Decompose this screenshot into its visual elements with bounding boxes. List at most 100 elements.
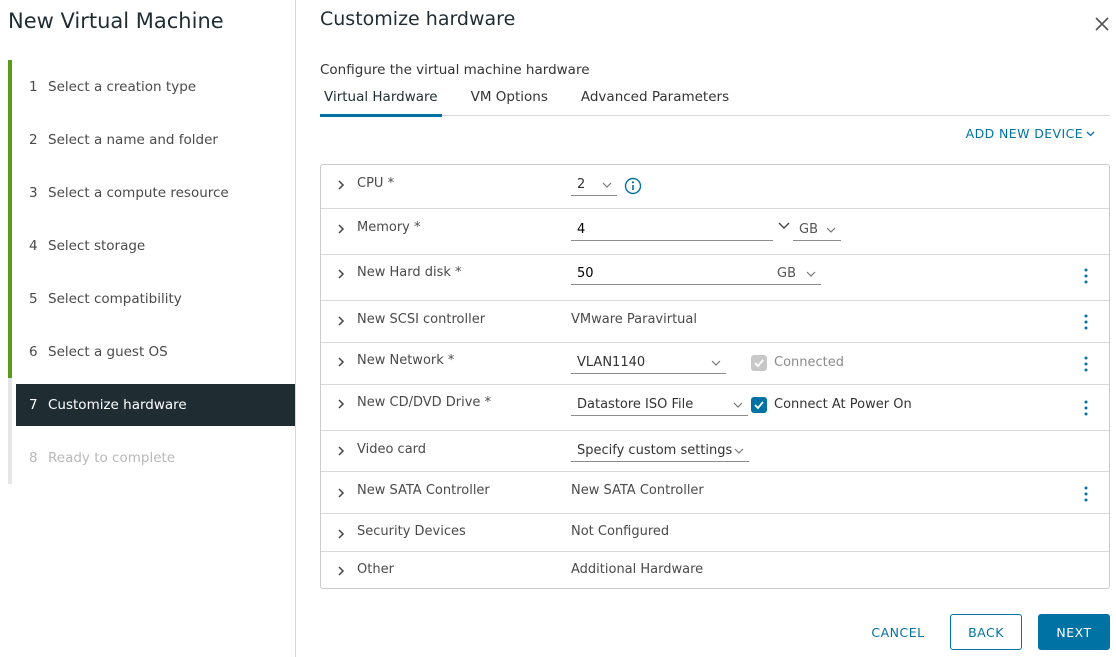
wizard-steps: 1 Select a creation type 2 Select a name…: [8, 60, 296, 484]
wizard-step-7-current[interactable]: 7 Customize hardware: [16, 384, 295, 426]
hw-row-security-devices: Security Devices Not Configured: [321, 514, 1109, 552]
wizard-step-1[interactable]: 1 Select a creation type: [8, 60, 296, 113]
memory-label: Memory *: [357, 220, 421, 235]
step-number: 1: [29, 78, 38, 95]
chevron-right-icon[interactable]: [335, 315, 347, 327]
step-number: 7: [29, 397, 38, 413]
network-label: New Network *: [357, 353, 455, 368]
scsi-value: VMware Paravirtual: [571, 312, 697, 327]
memory-input[interactable]: 4: [571, 219, 773, 241]
memory-value: 4: [577, 222, 586, 237]
checkmark-icon: [754, 401, 764, 410]
step-number: 8: [29, 449, 38, 466]
step-number: 4: [29, 237, 38, 254]
wizard-step-3[interactable]: 3 Select a compute resource: [8, 166, 296, 219]
connect-at-power-on-checkbox[interactable]: [751, 397, 767, 413]
chevron-right-icon[interactable]: [335, 356, 347, 368]
back-button[interactable]: BACK: [950, 614, 1022, 650]
chevron-right-icon[interactable]: [335, 398, 347, 410]
info-icon[interactable]: [624, 177, 642, 195]
hard-disk-value: 50: [577, 266, 594, 281]
add-new-device-button[interactable]: ADD NEW DEVICE: [966, 126, 1095, 141]
step-label: Select compatibility: [48, 290, 182, 307]
chevron-right-icon[interactable]: [335, 565, 347, 577]
step-label: Customize hardware: [48, 397, 187, 413]
sata-label: New SATA Controller: [357, 483, 490, 498]
hard-disk-size-input[interactable]: 50: [571, 263, 771, 285]
next-button[interactable]: NEXT: [1038, 614, 1110, 650]
chevron-right-icon[interactable]: [335, 528, 347, 540]
connect-at-power-on-label: Connect At Power On: [774, 397, 912, 412]
memory-unit-select[interactable]: GB: [793, 219, 841, 241]
hw-row-hard-disk: New Hard disk * 50 GB: [321, 255, 1109, 301]
hw-row-other: Other Additional Hardware: [321, 552, 1109, 588]
cdrom-value: Datastore ISO File: [577, 397, 694, 412]
hw-row-memory: Memory * 4 GB: [321, 209, 1109, 255]
more-actions-icon[interactable]: [1079, 267, 1093, 285]
page-subtitle: Configure the virtual machine hardware: [320, 62, 590, 78]
step-label: Ready to complete: [48, 449, 176, 466]
memory-unit: GB: [799, 222, 818, 237]
progress-rail-pending: [8, 378, 12, 484]
connected-checkbox[interactable]: [751, 355, 767, 371]
scsi-label: New SCSI controller: [357, 312, 486, 327]
step-label: Select a name and folder: [48, 131, 218, 148]
cpu-select[interactable]: 2: [571, 174, 617, 196]
step-number: 3: [29, 184, 38, 201]
chevron-down-icon: [1086, 131, 1095, 136]
chevron-right-icon[interactable]: [335, 268, 347, 280]
hard-disk-unit-select[interactable]: GB: [771, 263, 821, 285]
wizard-sidebar: New Virtual Machine 1 Select a creation …: [0, 0, 296, 657]
security-devices-value: Not Configured: [571, 524, 670, 539]
more-actions-icon[interactable]: [1079, 485, 1093, 503]
more-actions-icon[interactable]: [1079, 355, 1093, 373]
main-panel: Customize hardware Configure the virtual…: [320, 0, 1110, 657]
cpu-label: CPU *: [357, 176, 395, 191]
step-label: Select a creation type: [48, 78, 197, 95]
network-select[interactable]: VLAN1140: [571, 352, 726, 374]
network-value: VLAN1140: [577, 355, 646, 370]
chevron-down-icon: [602, 182, 612, 188]
security-devices-label: Security Devices: [357, 524, 466, 539]
sata-value: New SATA Controller: [571, 483, 704, 498]
other-value: Additional Hardware: [571, 562, 704, 577]
wizard-step-2[interactable]: 2 Select a name and folder: [8, 113, 296, 166]
cdrom-label: New CD/DVD Drive *: [357, 395, 492, 410]
chevron-right-icon[interactable]: [335, 179, 347, 191]
step-label: Select storage: [48, 237, 146, 254]
close-button[interactable]: [1092, 14, 1112, 34]
chevron-right-icon[interactable]: [335, 223, 347, 235]
step-label: Select a compute resource: [48, 184, 229, 201]
tab-virtual-hardware[interactable]: Virtual Hardware: [320, 84, 442, 117]
tab-vm-options[interactable]: VM Options: [467, 84, 552, 116]
video-card-select[interactable]: Specify custom settings: [571, 440, 749, 462]
other-label: Other: [357, 562, 394, 577]
chevron-down-icon: [806, 271, 816, 277]
video-card-value: Specify custom settings: [577, 443, 733, 458]
hw-row-sata-controller: New SATA Controller New SATA Controller: [321, 472, 1109, 514]
wizard-step-4[interactable]: 4 Select storage: [8, 219, 296, 272]
hw-row-scsi-controller: New SCSI controller VMware Paravirtual: [321, 301, 1109, 343]
step-number: 2: [29, 131, 38, 148]
close-icon: [1095, 17, 1109, 31]
more-actions-icon[interactable]: [1079, 313, 1093, 331]
step-number: 5: [29, 290, 38, 307]
hard-disk-label: New Hard disk *: [357, 265, 462, 280]
chevron-down-icon[interactable]: [778, 222, 790, 230]
wizard-step-8: 8 Ready to complete: [8, 431, 296, 484]
chevron-right-icon[interactable]: [335, 445, 347, 457]
wizard-step-5[interactable]: 5 Select compatibility: [8, 272, 296, 325]
cancel-button[interactable]: CANCEL: [860, 614, 936, 650]
hard-disk-unit: GB: [777, 266, 796, 281]
more-actions-icon[interactable]: [1079, 399, 1093, 417]
page-title: Customize hardware: [320, 8, 516, 30]
chevron-down-icon: [711, 360, 721, 366]
hw-row-network: New Network * VLAN1140 Connected: [321, 343, 1109, 385]
chevron-down-icon: [733, 402, 743, 408]
connected-label: Connected: [774, 355, 845, 370]
wizard-step-6[interactable]: 6 Select a guest OS: [8, 325, 296, 378]
cdrom-select[interactable]: Datastore ISO File: [571, 394, 748, 416]
wizard-title: New Virtual Machine: [8, 9, 224, 33]
tab-advanced-parameters[interactable]: Advanced Parameters: [577, 84, 733, 116]
chevron-right-icon[interactable]: [335, 487, 347, 499]
